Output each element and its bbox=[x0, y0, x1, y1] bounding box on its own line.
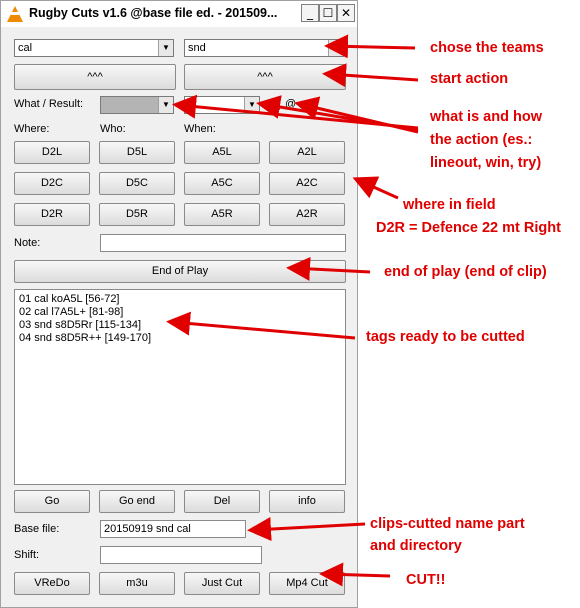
arrow-clips bbox=[247, 517, 366, 542]
annotation-start: start action bbox=[430, 71, 509, 87]
annotation-cut: CUT!! bbox=[406, 572, 446, 588]
annotation-what-line3: lineout, win, try) bbox=[430, 155, 542, 171]
annotation-tags: tags ready to be cutted bbox=[366, 329, 525, 345]
annotation-what-line1: what is and how bbox=[430, 109, 542, 125]
arrow-cut bbox=[319, 562, 391, 587]
annotation-clips-line2: and directory bbox=[370, 538, 462, 554]
arrow-tags bbox=[166, 311, 356, 340]
annotation-field-line2: D2R = Defence 22 mt Right bbox=[376, 220, 561, 236]
annotation-what-line2: the action (es.: bbox=[430, 132, 533, 148]
annotation-clips-line1: clips-cutted name part bbox=[370, 516, 525, 532]
arrow-teams bbox=[324, 34, 416, 59]
arrow-start bbox=[322, 63, 419, 88]
annotation-field-line1: where in field bbox=[403, 197, 496, 213]
annotation-teams: chose the teams bbox=[430, 40, 544, 56]
annotation-end: end of play (end of clip) bbox=[384, 264, 547, 280]
arrow-end bbox=[286, 256, 371, 281]
arrow-field bbox=[352, 176, 399, 200]
